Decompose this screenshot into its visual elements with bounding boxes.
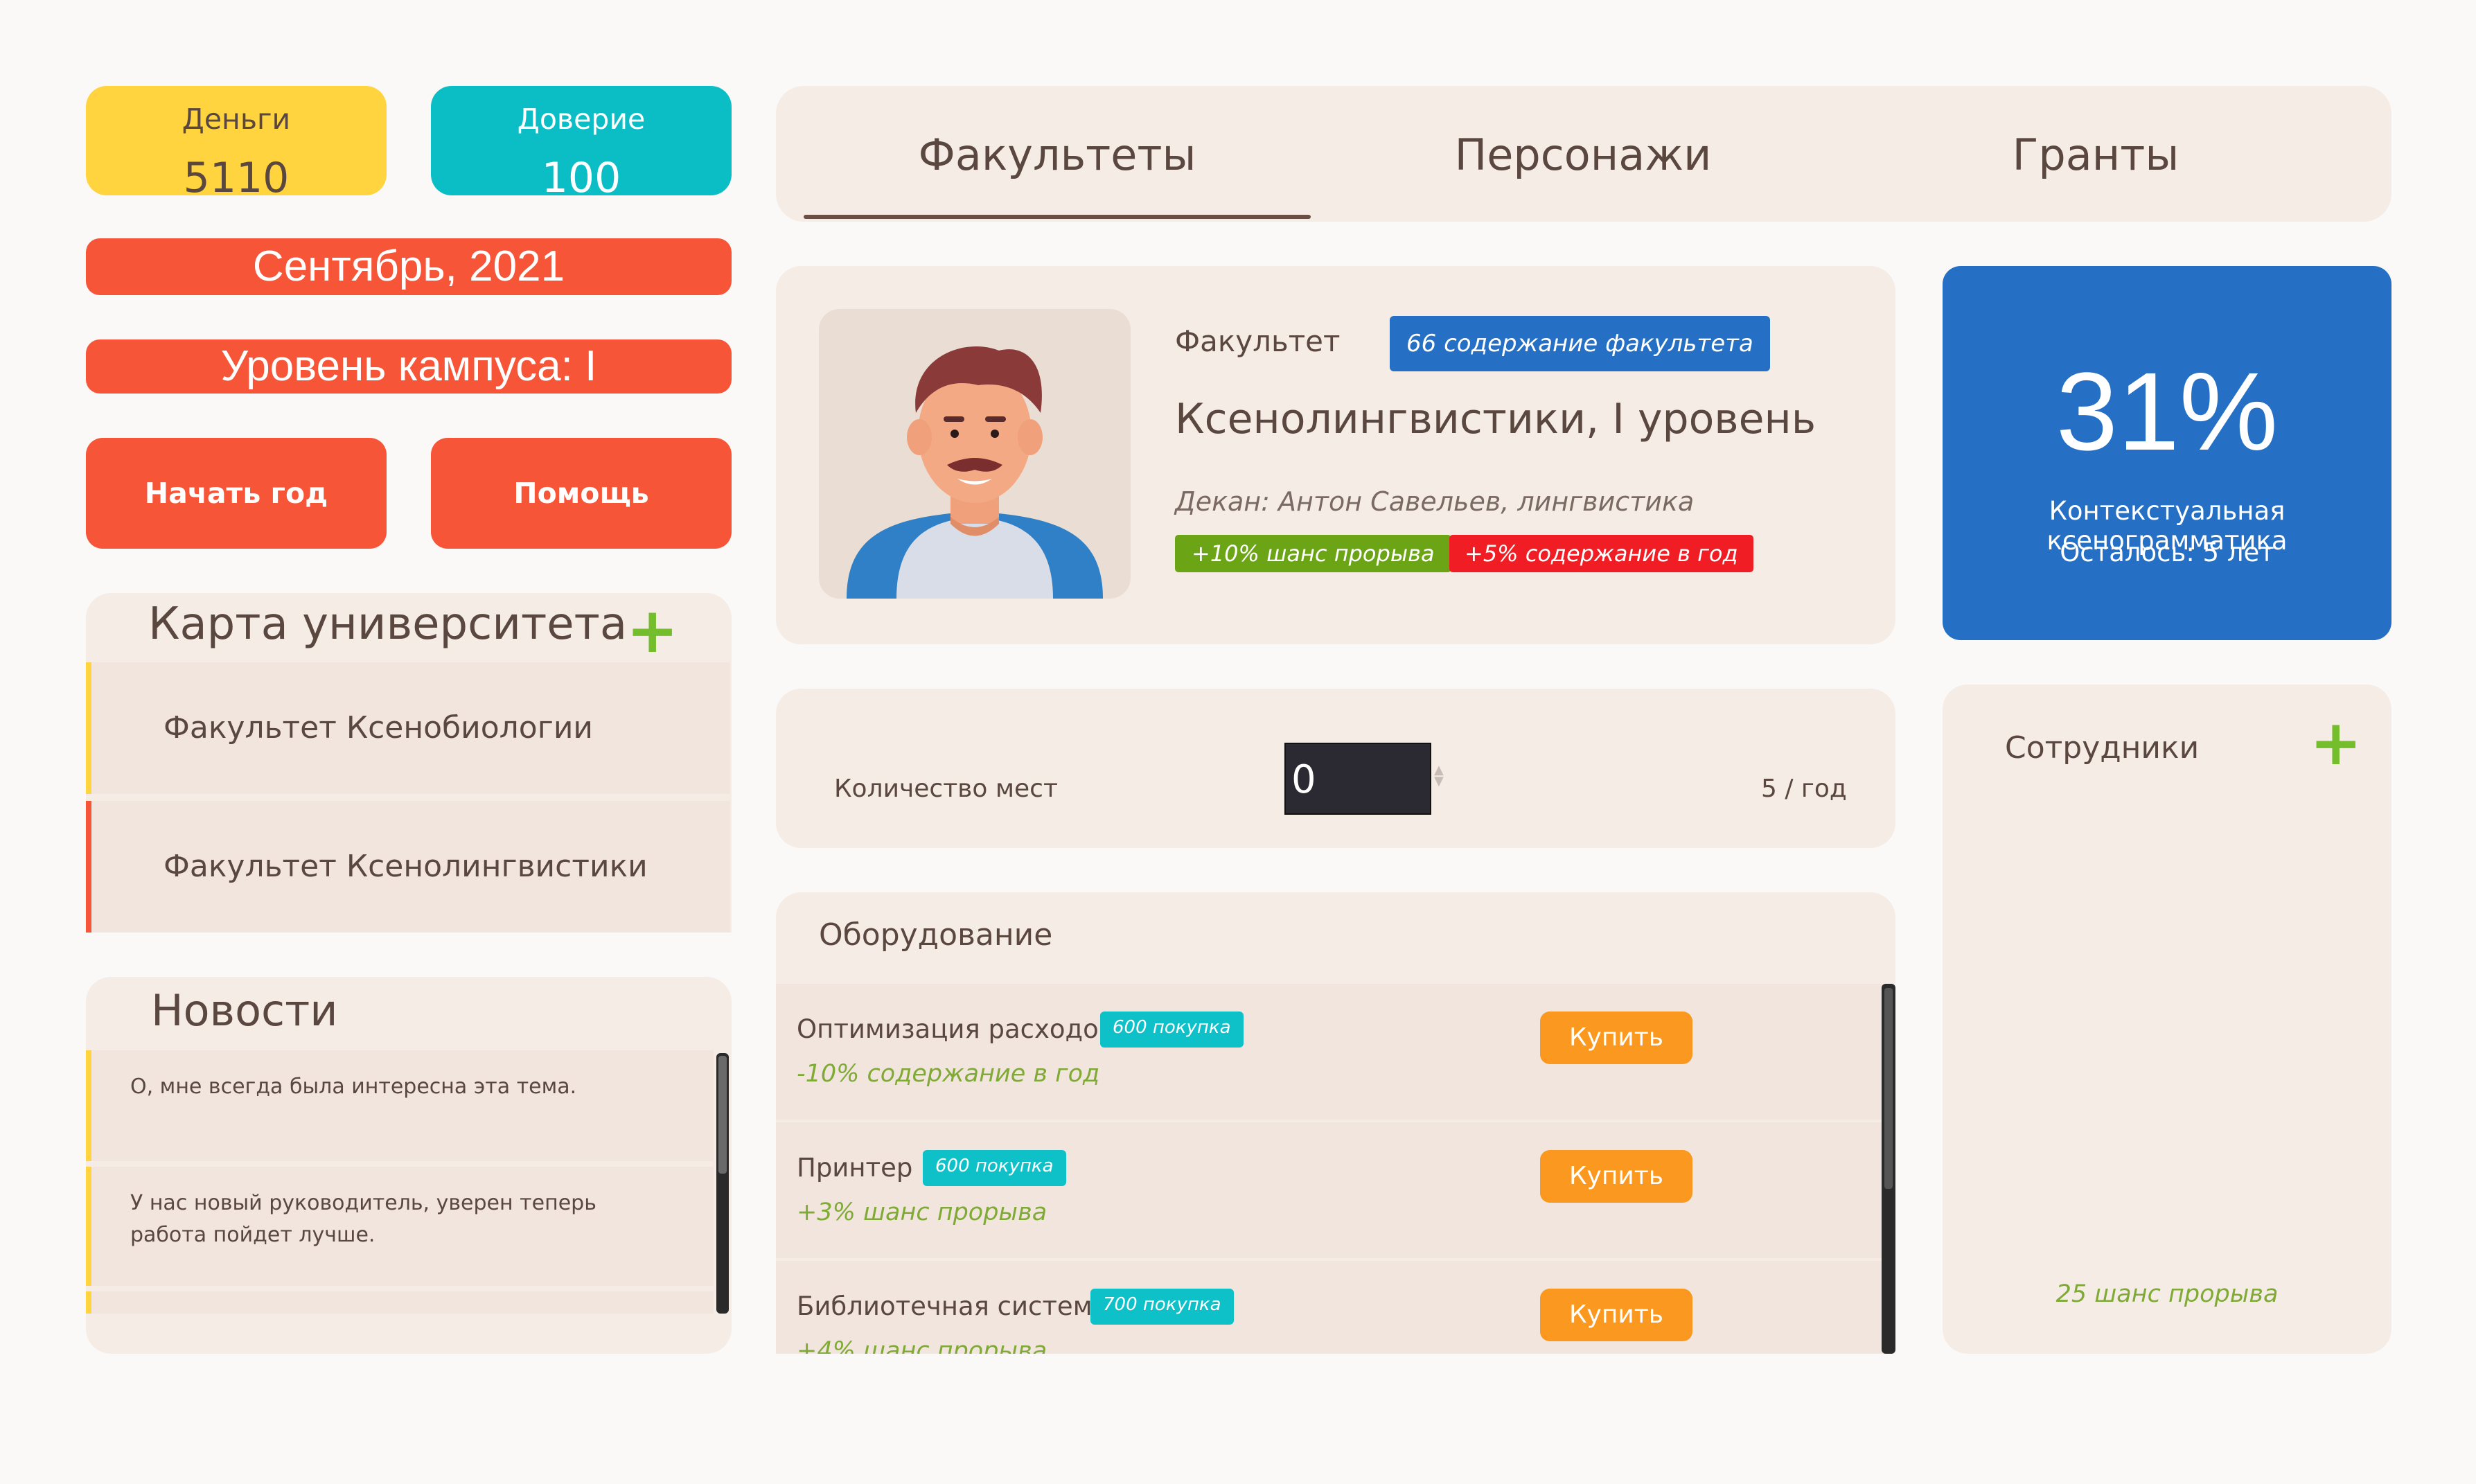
buy-button[interactable]: Купить (1540, 1012, 1692, 1064)
equipment-name: Оптимизация расходов (797, 1014, 1114, 1044)
seats-panel: Количество мест 0 ▲ ▼ 5 / год (776, 689, 1895, 848)
start-year-button[interactable]: Начать год (86, 438, 387, 549)
trust-value: 100 (541, 154, 621, 202)
equipment-effect: -10% содержание в год (797, 1060, 1100, 1088)
dean-avatar-icon (847, 346, 1103, 599)
campus-level-banner: Уровень кампуса: I (86, 339, 732, 394)
tab-active-underline (804, 215, 1311, 219)
equipment-panel: Оборудование Оптимизация расходов 600 по… (776, 892, 1895, 1354)
plus-icon[interactable]: + (626, 600, 678, 662)
faculty-upkeep-tag: 66 содержание факультета (1390, 316, 1770, 371)
equipment-scrollbar[interactable] (1882, 984, 1895, 1354)
seats-input[interactable]: 0 (1284, 743, 1431, 815)
equipment-item: Библиотечная система 700 покупка +4% шан… (776, 1261, 1884, 1354)
map-item-xenobiology[interactable]: Факультет Ксенобиологии (86, 662, 730, 794)
equipment-title: Оборудование (819, 917, 1053, 953)
faculty-card: Факультет 66 содержание факультета Ксено… (776, 266, 1895, 644)
equipment-price-tag: 600 покупка (923, 1150, 1066, 1186)
staff-breakthrough: 25 шанс прорыва (2055, 1280, 2279, 1308)
research-percent: 31% (2055, 349, 2279, 473)
research-remaining: Осталось: 5 лет (2060, 538, 2274, 567)
date-banner: Сентябрь, 2021 (86, 238, 732, 295)
trust-label: Доверие (517, 103, 646, 136)
news-list: О, мне всегда была интересна эта тема. У… (86, 1050, 732, 1314)
seats-rate: 5 / год (1761, 775, 1847, 803)
map-item-label: Факультет Ксенобиологии (163, 710, 594, 745)
university-map-title: Карта университета (148, 599, 628, 650)
seats-label: Количество мест (834, 775, 1058, 803)
staff-title: Сотрудники (2005, 730, 2200, 766)
buy-button[interactable]: Купить (1540, 1289, 1692, 1341)
plus-icon[interactable]: + (2310, 712, 2362, 775)
equipment-name: Принтер (797, 1153, 913, 1183)
news-item: Н (86, 1291, 714, 1314)
equipment-item: Принтер 600 покупка +3% шанс прорыва Куп… (776, 1122, 1884, 1258)
equipment-name: Библиотечная система (797, 1291, 1108, 1321)
tab-grants[interactable]: Гранты (1857, 86, 2335, 222)
faculty-breakthrough-tag: +10% шанс прорыва (1175, 535, 1451, 572)
equipment-scrollbar-thumb[interactable] (1884, 988, 1893, 1189)
equipment-effect: +4% шанс прорыва (797, 1337, 1047, 1354)
seats-stepper-icon[interactable]: ▲ ▼ (1434, 764, 1444, 788)
trust-stat: Доверие 100 (431, 86, 732, 202)
buy-button[interactable]: Купить (1540, 1150, 1692, 1203)
money-label: Деньги (182, 103, 291, 136)
staff-panel: Сотрудники + 25 шанс прорыва (1943, 684, 2391, 1354)
map-item-label: Факультет Ксенолингвистики (163, 849, 648, 884)
faculty-name: Ксенолингвистики, I уровень (1175, 395, 1816, 443)
equipment-price-tag: 700 покупка (1090, 1289, 1234, 1325)
dean-avatar (819, 309, 1131, 599)
tab-faculties[interactable]: Факультеты (804, 86, 1311, 222)
equipment-price-tag: 600 покупка (1100, 1012, 1244, 1048)
money-value: 5110 (183, 154, 290, 202)
news-title: Новости (151, 985, 338, 1036)
news-scrollbar-thumb[interactable] (718, 1056, 727, 1174)
news-item: О, мне всегда была интересна эта тема. (86, 1050, 714, 1161)
faculty-kicker: Факультет (1175, 324, 1341, 358)
news-item: У нас новый руководитель, уверен теперь … (86, 1167, 714, 1286)
faculty-dean: Декан: Антон Савельев, лингвистика (1175, 486, 1695, 517)
help-button[interactable]: Помощь (431, 438, 732, 549)
news-scrollbar[interactable] (716, 1053, 729, 1314)
tabs-bar: Факультеты Персонажи Гранты (776, 86, 2391, 222)
tab-characters[interactable]: Персонажи (1344, 86, 1822, 222)
equipment-item: Оптимизация расходов 600 покупка -10% со… (776, 984, 1884, 1120)
equipment-effect: +3% шанс прорыва (797, 1199, 1047, 1226)
map-item-xenolinguistics[interactable]: Факультет Ксенолингвистики (86, 801, 730, 933)
research-card: 31% Контекстуальная ксенограмматика Оста… (1943, 266, 2391, 640)
money-stat: Деньги 5110 (86, 86, 387, 202)
faculty-upkeep-growth-tag: +5% содержание в год (1449, 535, 1753, 572)
